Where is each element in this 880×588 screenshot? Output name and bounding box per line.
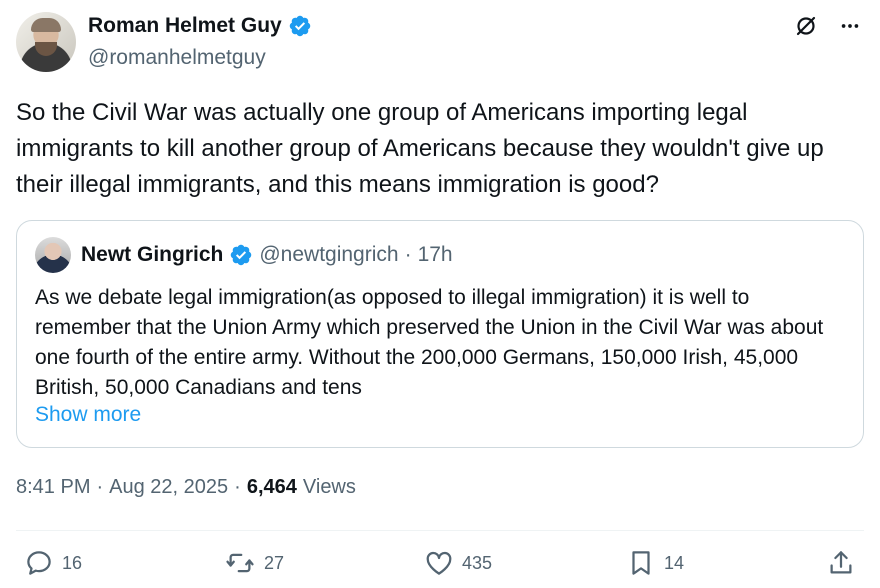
like-icon xyxy=(426,551,452,575)
post-text: So the Civil War was actually one group … xyxy=(16,99,824,198)
separator-dot: · xyxy=(234,476,241,498)
author-handle[interactable]: @romanhelmetguy xyxy=(88,45,266,71)
separator-dot: · xyxy=(96,476,104,498)
show-more-link[interactable]: Show more xyxy=(35,403,141,427)
reply-count: 16 xyxy=(62,552,83,573)
post-meta: 8:41 PM · Aug 22, 2025 · 6,464 Views xyxy=(16,476,356,499)
share-icon xyxy=(830,551,852,574)
views-label: Views xyxy=(302,476,356,498)
views-count: 6,464 xyxy=(246,476,297,498)
repost-count: 27 xyxy=(264,552,285,573)
quoted-post-age[interactable]: 17h xyxy=(418,243,453,267)
bookmark-icon xyxy=(632,551,650,575)
action-bar: 16 27 435 14 xyxy=(0,548,880,588)
verified-badge-icon[interactable] xyxy=(288,14,312,38)
grok-icon[interactable] xyxy=(792,12,820,40)
reply-button[interactable]: 16 xyxy=(24,548,82,578)
bookmark-button[interactable]: 14 xyxy=(626,548,684,578)
divider xyxy=(16,530,864,531)
repost-button[interactable]: 27 xyxy=(224,548,284,578)
quoted-author-handle[interactable]: @newtgingrich xyxy=(259,243,398,267)
verified-badge-icon xyxy=(229,243,253,267)
quoted-author-avatar[interactable] xyxy=(35,237,71,273)
author-name-row: Roman Helmet Guy xyxy=(88,12,312,40)
avatar-helmet xyxy=(31,18,61,32)
reply-icon xyxy=(27,551,51,575)
bookmark-count: 14 xyxy=(664,552,685,573)
like-count: 435 xyxy=(462,552,493,573)
post-time[interactable]: 8:41 PM xyxy=(16,476,90,499)
post-date[interactable]: Aug 22, 2025 xyxy=(109,476,228,499)
author-display-name[interactable]: Roman Helmet Guy xyxy=(88,12,282,40)
quoted-author-name[interactable]: Newt Gingrich xyxy=(81,243,223,267)
quoted-post[interactable]: Newt Gingrich @newtgingrich · 17h As we … xyxy=(16,220,864,448)
quoted-post-text: As we debate legal immigration(as oppose… xyxy=(35,286,824,399)
repost-icon xyxy=(226,553,254,573)
more-icon[interactable] xyxy=(836,12,864,40)
separator-dot: · xyxy=(404,243,412,266)
avatar-beard xyxy=(35,42,57,56)
quoted-post-header: Newt Gingrich @newtgingrich · 17h xyxy=(35,237,453,273)
header-actions xyxy=(792,12,864,40)
author-avatar[interactable] xyxy=(16,12,76,72)
like-button[interactable]: 435 xyxy=(424,548,492,578)
share-button[interactable] xyxy=(826,548,856,578)
